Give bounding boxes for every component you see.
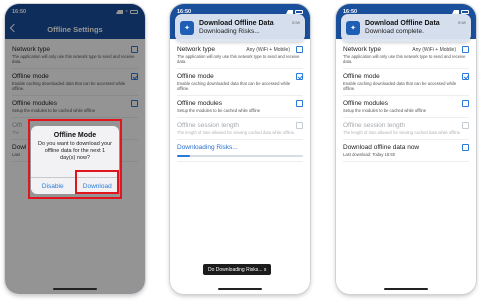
dialog-actions: Disable Download [31,177,119,194]
offline-mode-label: Offline mode [177,73,214,80]
setting-offline-modules[interactable]: Offline modules Setup the modules to be … [343,96,469,118]
home-indicator [53,288,97,290]
download-progress-bar [177,155,303,157]
network-type-description: The application will only use this netwo… [177,54,300,64]
setting-offline-mode[interactable]: Offline mode Enable caching downloaded d… [343,69,469,96]
offline-modules-description: Setup the modules to be cached while off… [177,108,261,113]
signal-icon [286,9,293,14]
app-notification-icon: ✦ [346,21,360,35]
setting-network-type[interactable]: Network type Any (WiFi + Mobile) The app… [343,42,469,69]
network-type-label: Network type [343,46,381,53]
session-length-description: The length of time allowed for viewing c… [343,130,462,135]
setting-session-length[interactable]: Offline session length The length of tim… [343,118,469,140]
offline-mode-label: Offline mode [343,73,380,80]
offline-mode-description: Enable caching downloaded data that can … [343,81,457,91]
dialog-message: Do you want to download your offline dat… [38,141,112,161]
download-progress-row: Downloading Risks... [177,140,303,162]
network-type-label: Network type [177,46,215,53]
offline-modules-checkbox[interactable] [296,100,303,107]
status-icons [452,9,469,14]
offline-modules-label: Offline modules [177,100,223,107]
download-now-checkbox[interactable] [462,144,469,151]
offline-mode-checkbox[interactable] [462,73,469,80]
download-button[interactable]: Download [74,178,120,194]
network-type-checkbox[interactable] [296,46,303,53]
notification-body: Download complete. [365,28,424,35]
toast-message: Do Downloading Risks... s [203,264,272,275]
notification-banner[interactable]: ✦ Download Offline Data Download complet… [341,14,471,42]
session-length-description: The length of time allowed for viewing c… [177,130,296,135]
offline-mode-checkbox[interactable] [296,73,303,80]
download-now-label: Download offline data now [343,144,420,151]
notification-banner[interactable]: ✦ Download Offline Data Downloading Risk… [175,14,305,42]
app-notification-icon: ✦ [180,21,194,35]
setting-download-now[interactable]: Download offline data now Last download:… [343,140,469,162]
offline-mode-description: Enable caching downloaded data that can … [177,81,291,91]
signal-icon [452,9,459,14]
offline-modules-description: Setup the modules to be cached while off… [343,108,427,113]
battery-icon [461,9,469,14]
notification-time: now [457,20,466,25]
downloading-status: Downloading Risks... [177,144,238,151]
home-indicator [218,288,262,290]
status-icons [286,9,303,14]
setting-session-length[interactable]: Offline session length The length of tim… [177,118,303,140]
session-length-checkbox[interactable] [462,122,469,129]
download-progress-fill [177,155,190,157]
network-type-description: The application will only use this netwo… [343,54,466,64]
phone-screen-download-complete: 16:50 Network type Any (WiFi + Mobile) T… [336,4,476,294]
session-length-label: Offline session length [343,122,406,129]
phone-screen-downloading: 16:50 Network type Any (WiFi + Mobile) T… [170,4,310,294]
battery-icon [295,9,303,14]
notification-time: now [291,20,300,25]
notification-title: Download Offline Data [365,20,440,27]
network-type-value: Any (WiFi + Mobile) [412,46,456,53]
settings-list: Network type Any (WiFi + Mobile) The app… [170,39,310,294]
disable-button[interactable]: Disable [31,178,75,194]
notification-body: Downloading Risks... [199,28,260,35]
phone-screen-offline-settings: 16:50 ◔ Offline Settings Network type Th… [5,4,145,294]
setting-offline-modules[interactable]: Offline modules Setup the modules to be … [177,96,303,118]
network-type-value: Any (WiFi + Mobile) [246,46,290,53]
settings-list: Network type Any (WiFi + Mobile) The app… [336,39,476,294]
dialog-title: Offline Mode [53,132,97,139]
setting-network-type[interactable]: Network type Any (WiFi + Mobile) The app… [177,42,303,69]
session-length-checkbox[interactable] [296,122,303,129]
offline-modules-label: Offline modules [343,100,389,107]
session-length-label: Offline session length [177,122,240,129]
offline-modules-checkbox[interactable] [462,100,469,107]
notification-title: Download Offline Data [199,20,274,27]
last-download-text: Last download: Today 16:50 [343,152,396,157]
setting-offline-mode[interactable]: Offline mode Enable caching downloaded d… [177,69,303,96]
offline-mode-dialog: Offline Mode Do you want to download you… [31,126,119,194]
home-indicator [384,288,428,290]
network-type-checkbox[interactable] [462,46,469,53]
